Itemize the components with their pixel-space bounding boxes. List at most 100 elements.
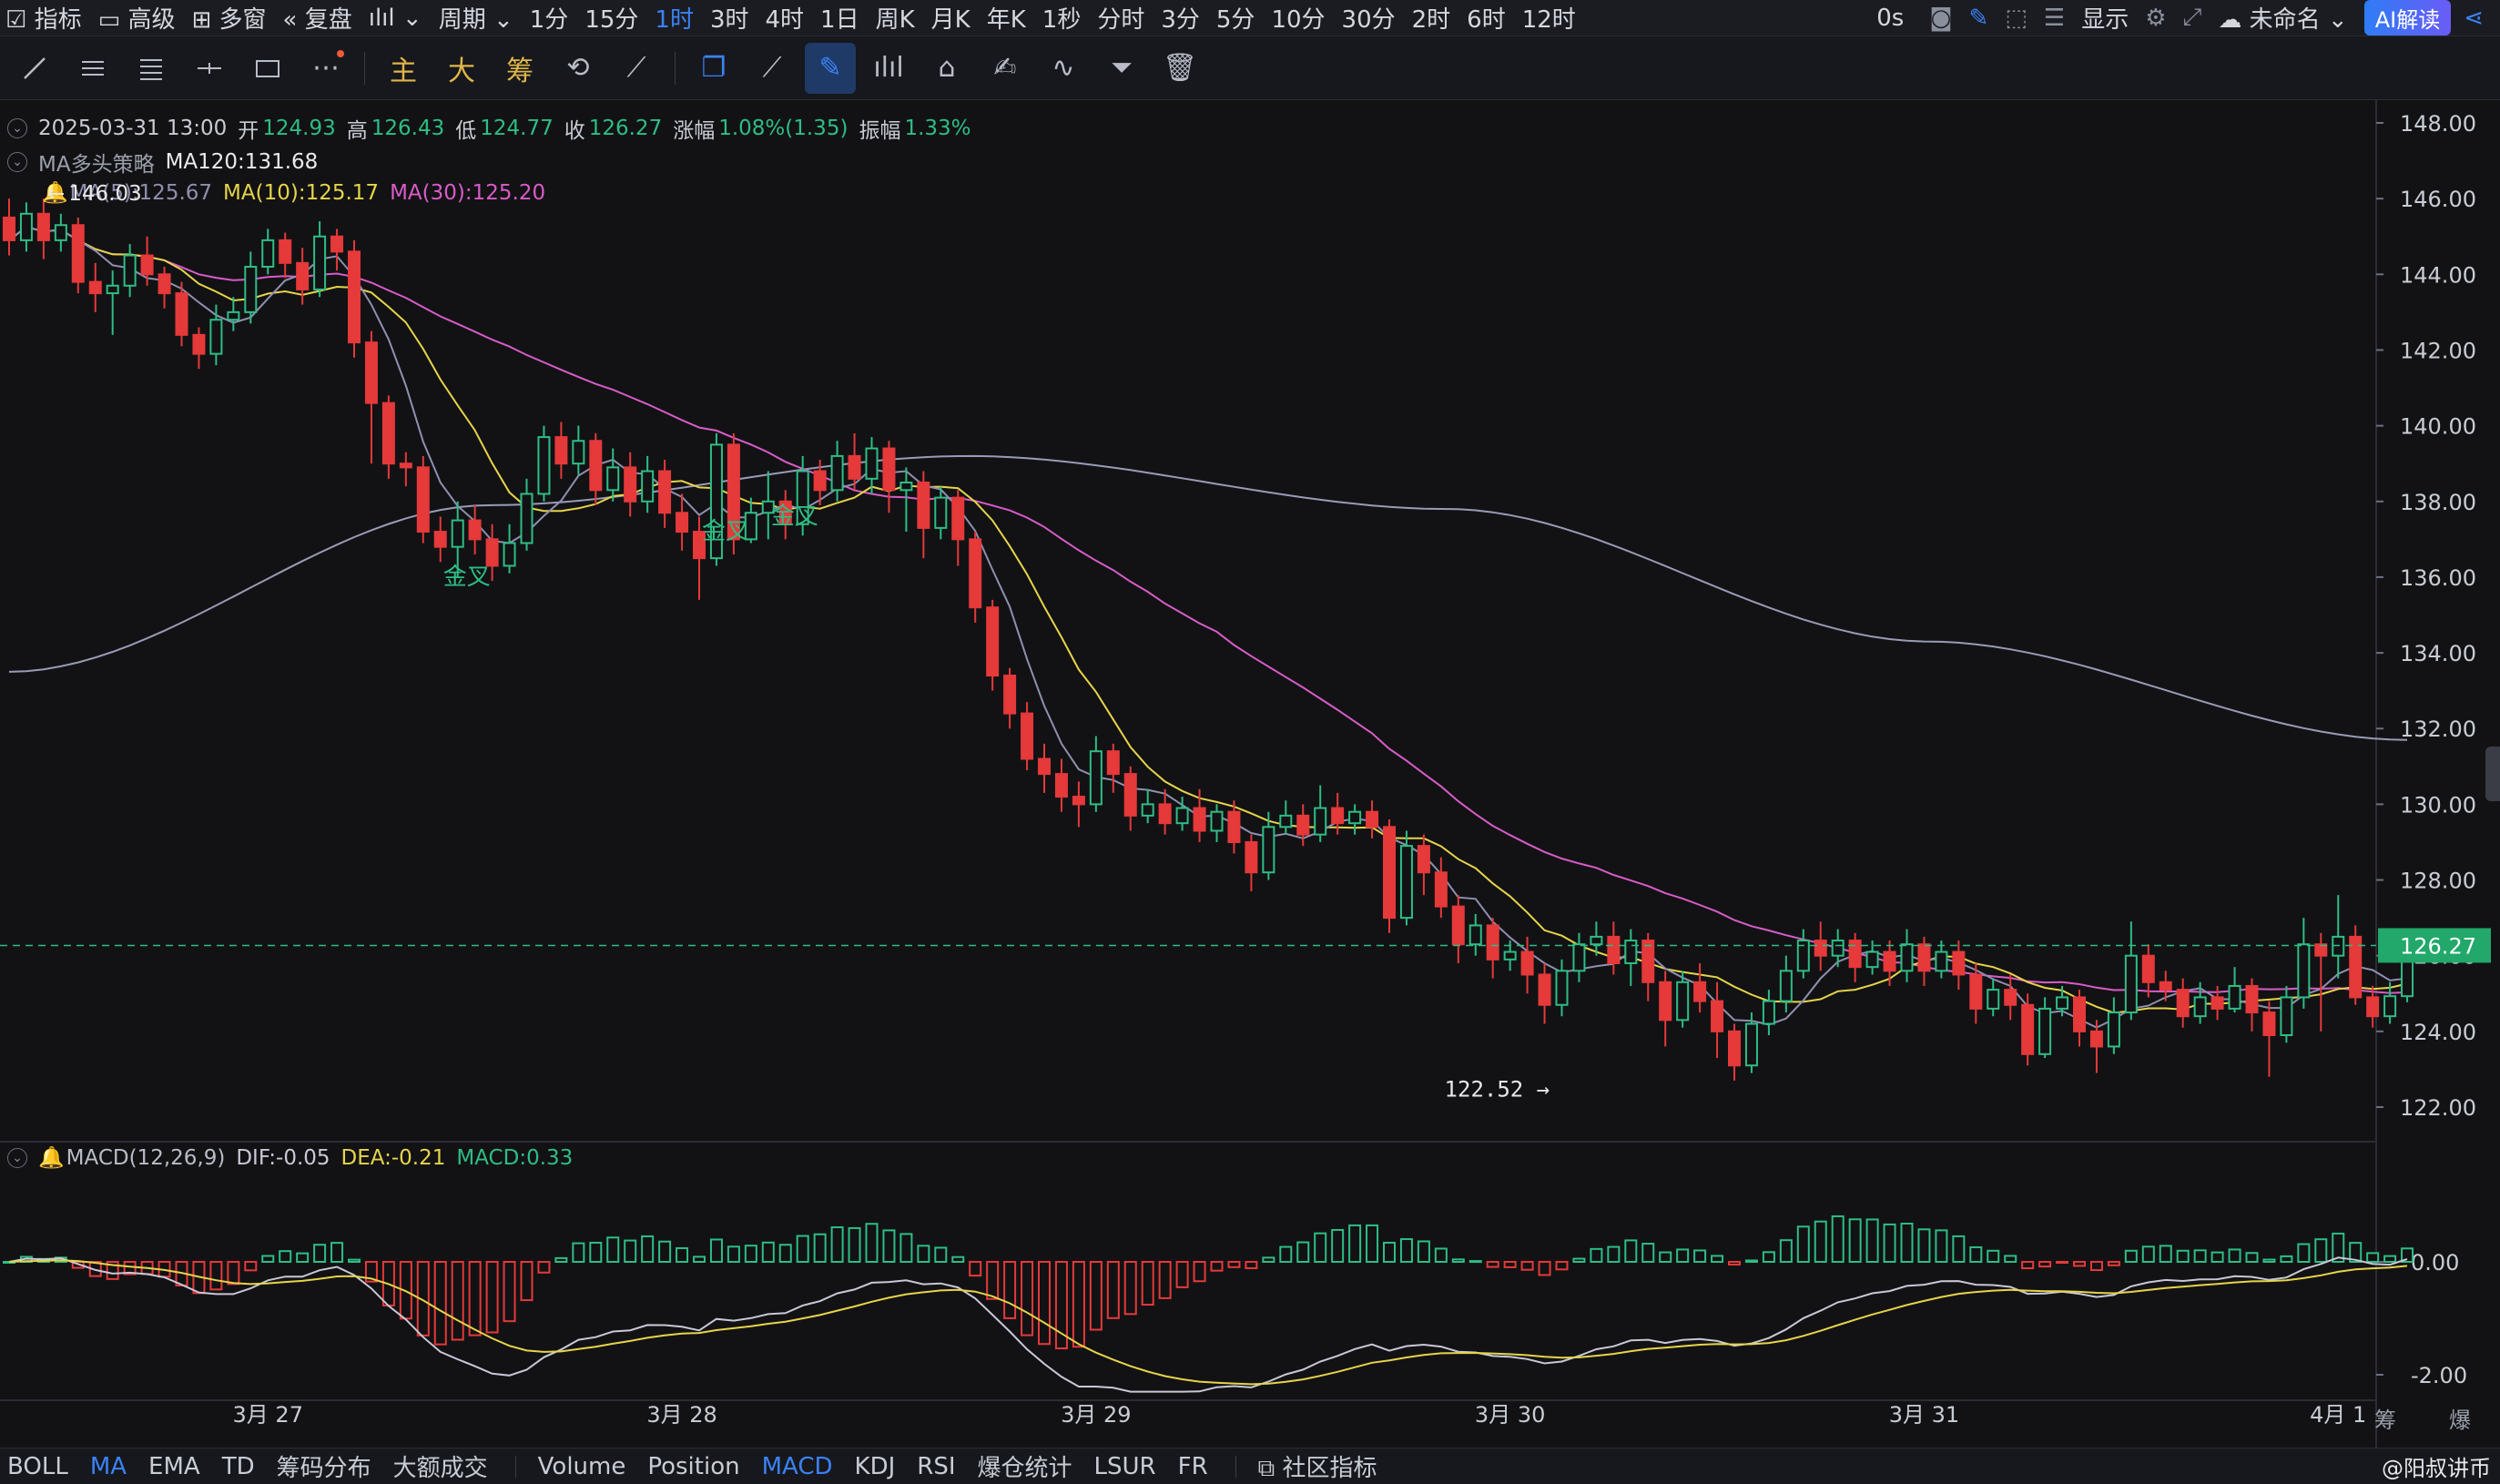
candle-body bbox=[899, 481, 913, 492]
interval-2h[interactable]: 2时 bbox=[1412, 1, 1451, 35]
interval-3m[interactable]: 3分 bbox=[1161, 1, 1200, 35]
tab-position[interactable]: Position bbox=[647, 1453, 739, 1480]
indicator-tabs-bar: BOLL MA EMA TD 筹码分布 大额成交 Volume Position… bbox=[0, 1448, 2500, 1484]
macd-histogram-bar bbox=[1038, 1261, 1051, 1346]
layout-dropdown[interactable]: ☁ 未命名 ⌄ bbox=[2218, 1, 2347, 35]
ma30-value: MA(30):125.20 bbox=[390, 180, 546, 205]
low-label: 低 bbox=[455, 119, 477, 143]
tab-fr[interactable]: FR bbox=[1178, 1453, 1208, 1480]
candle-body bbox=[2107, 1011, 2120, 1048]
collapse-icon[interactable]: ⌄ bbox=[7, 152, 27, 172]
tab-ma[interactable]: MA bbox=[90, 1453, 127, 1480]
expand-icon[interactable]: ⤢ bbox=[2183, 4, 2202, 32]
ruler-icon[interactable]: ⟋ bbox=[747, 43, 798, 94]
interval-1h[interactable]: 1时 bbox=[655, 1, 694, 35]
candle-body bbox=[1417, 845, 1430, 874]
macd-histogram-bar bbox=[624, 1239, 637, 1263]
sync-icon[interactable]: ⟲ bbox=[553, 43, 604, 94]
candle-body bbox=[676, 512, 689, 534]
tab-chip-distribution[interactable]: 筹码分布 bbox=[277, 1449, 371, 1483]
tab-macd[interactable]: MACD bbox=[762, 1453, 833, 1480]
fullscreen-icon[interactable]: ⬚ bbox=[2005, 5, 2027, 32]
replay-menu[interactable]: « 复盘 bbox=[283, 1, 352, 35]
pencil-icon[interactable]: ✎ bbox=[1969, 5, 1989, 32]
fib-tool[interactable] bbox=[126, 43, 177, 94]
lock-icon[interactable]: ⌂ bbox=[921, 43, 972, 94]
copy-icon[interactable]: ❐ bbox=[688, 43, 739, 94]
magnet-icon[interactable]: ∿ bbox=[1038, 43, 1089, 94]
chart-area[interactable]: 148.00 146.00 144.00 142.00 140.00 138.00 136.… bbox=[0, 100, 2500, 1448]
more-tools[interactable]: ⋯ bbox=[300, 43, 351, 94]
interval-1d[interactable]: 1日 bbox=[820, 1, 859, 35]
candle-body bbox=[1762, 1000, 1775, 1025]
macd-histogram-bar bbox=[1175, 1261, 1189, 1288]
chart-type-dropdown[interactable]: ılıl ⌄ bbox=[369, 5, 422, 32]
chips-tag[interactable]: 筹 bbox=[2374, 1402, 2396, 1434]
indicator-compare-icon[interactable]: ılıl bbox=[863, 43, 914, 94]
trash-icon[interactable]: 🗑 bbox=[1154, 43, 1205, 94]
tab-boll[interactable]: BOLL bbox=[7, 1453, 68, 1480]
rectangle-tool[interactable] bbox=[242, 43, 293, 94]
interval-year[interactable]: 年K bbox=[987, 1, 1026, 35]
rectangle-icon bbox=[256, 59, 279, 77]
display-menu[interactable]: 显示 bbox=[2081, 1, 2129, 35]
interval-4h[interactable]: 4时 bbox=[766, 1, 805, 35]
interval-1s[interactable]: 1秒 bbox=[1042, 1, 1082, 35]
interval-month[interactable]: 月K bbox=[931, 1, 971, 35]
tab-lsur[interactable]: LSUR bbox=[1094, 1453, 1156, 1480]
edit-note-icon[interactable]: ✍ bbox=[980, 43, 1031, 94]
tab-ema[interactable]: EMA bbox=[148, 1453, 200, 1480]
tab-volume[interactable]: Volume bbox=[538, 1453, 626, 1480]
tab-kdj[interactable]: KDJ bbox=[855, 1453, 896, 1480]
interval-week[interactable]: 周K bbox=[876, 1, 915, 35]
macd-histogram-bar bbox=[2366, 1252, 2380, 1263]
interval-5m[interactable]: 5分 bbox=[1216, 1, 1255, 35]
tab-rsi[interactable]: RSI bbox=[917, 1453, 955, 1480]
filter-icon[interactable]: ⏷ bbox=[1096, 43, 1147, 94]
macd-histogram-bar bbox=[1089, 1261, 1103, 1331]
tab-td[interactable]: TD bbox=[222, 1453, 255, 1480]
bell-icon[interactable]: 🔔 bbox=[38, 1145, 65, 1170]
horizontal-line-tool[interactable] bbox=[184, 43, 235, 94]
magic-line-icon[interactable]: ⟋ bbox=[611, 43, 662, 94]
share-icon[interactable]: ⋖ bbox=[2464, 5, 2484, 32]
interval-10m[interactable]: 10分 bbox=[1271, 1, 1325, 35]
main-force-tool[interactable]: 主 bbox=[378, 43, 429, 94]
interval-6h[interactable]: 6时 bbox=[1467, 1, 1506, 35]
interval-15m[interactable]: 15分 bbox=[584, 1, 638, 35]
interval-3h[interactable]: 3时 bbox=[710, 1, 749, 35]
channel-tool[interactable] bbox=[67, 43, 118, 94]
interval-30m[interactable]: 30分 bbox=[1342, 1, 1396, 35]
tab-liquidation[interactable]: 爆仓统计 bbox=[978, 1449, 1072, 1483]
tab-large-trades[interactable]: 大额成交 bbox=[393, 1449, 488, 1483]
camera-icon[interactable]: ◙ bbox=[1929, 5, 1952, 32]
candle-body bbox=[606, 466, 620, 492]
macd-histogram-bar bbox=[1210, 1261, 1224, 1272]
candle-body bbox=[641, 470, 655, 503]
candle-body bbox=[1676, 981, 1690, 1022]
ai-analysis-button[interactable]: AI解读 bbox=[2363, 0, 2452, 36]
interval-12h[interactable]: 12时 bbox=[1522, 1, 1576, 35]
chips-tool[interactable]: 筹 bbox=[494, 43, 545, 94]
collapse-icon[interactable]: ⌄ bbox=[7, 1147, 27, 1168]
burst-tag[interactable]: 爆 bbox=[2449, 1402, 2471, 1434]
gear-icon[interactable]: ⚙ bbox=[2145, 5, 2166, 32]
list-icon[interactable]: ☰ bbox=[2044, 5, 2065, 32]
period-dropdown[interactable]: 周期 ⌄ bbox=[439, 1, 513, 35]
trend-line-tool[interactable] bbox=[9, 43, 60, 94]
candle-body bbox=[1227, 810, 1241, 843]
macd-histogram-bar bbox=[261, 1255, 275, 1263]
multi-window-menu[interactable]: ⊞ 多窗 bbox=[191, 1, 266, 35]
tab-community-indicators[interactable]: ⧉ 社区指标 bbox=[1258, 1449, 1377, 1483]
candle-body bbox=[1969, 973, 1983, 1010]
draw-mode-icon[interactable]: ✎ bbox=[805, 42, 856, 94]
interval-timeshare[interactable]: 分时 bbox=[1097, 1, 1144, 35]
candle-body bbox=[1279, 814, 1293, 828]
indicator-menu[interactable]: ☑ 指标 bbox=[5, 1, 82, 35]
collapse-icon[interactable]: ⌄ bbox=[7, 118, 27, 138]
strategy-name[interactable]: MA多头策略 bbox=[38, 147, 155, 178]
big-order-tool[interactable]: 大 bbox=[436, 43, 487, 94]
side-panel-handle[interactable] bbox=[2485, 747, 2500, 801]
advanced-menu[interactable]: ▭ 高级 bbox=[98, 1, 176, 35]
interval-1m[interactable]: 1分 bbox=[530, 1, 569, 35]
